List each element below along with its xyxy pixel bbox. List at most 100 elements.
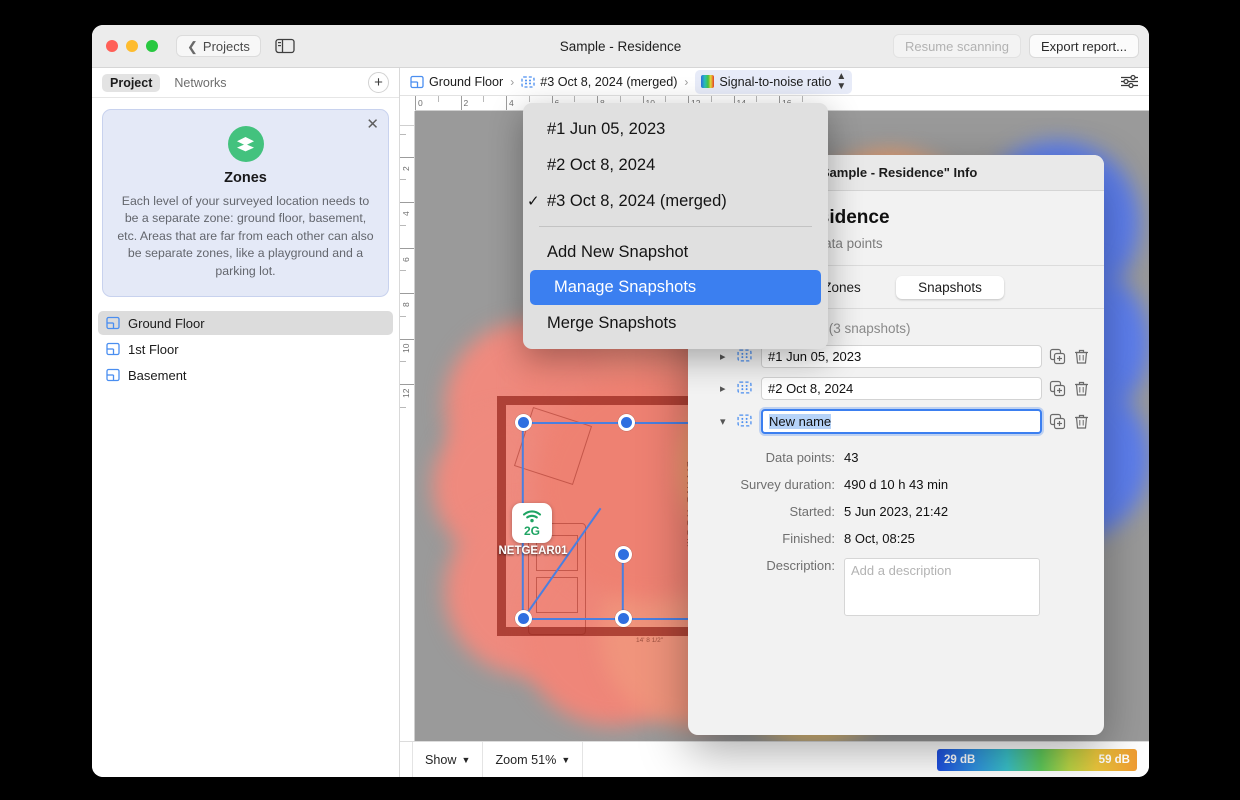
meta-value: 490 d 10 h 43 min	[844, 477, 949, 492]
menu-item-label: Merge Snapshots	[547, 313, 677, 332]
show-menu-button[interactable]: Show ▼	[412, 742, 484, 777]
snapshot-icon	[737, 348, 754, 365]
meta-row: Finished: 8 Oct, 08:25	[702, 531, 1082, 546]
snapshot-icon	[737, 380, 754, 397]
duplicate-icon[interactable]	[1049, 348, 1066, 365]
signal-legend: 29 dB 59 dB	[937, 748, 1137, 771]
access-point-marker[interactable]: 2G	[512, 503, 552, 543]
chevron-right-icon[interactable]: ▸	[720, 350, 730, 363]
ruler-tick	[400, 361, 406, 363]
maximize-button[interactable]	[146, 40, 158, 52]
export-report-button[interactable]: Export report...	[1029, 34, 1139, 58]
chevron-left-icon: ❮	[187, 38, 198, 54]
meta-value: 8 Oct, 08:25	[844, 531, 915, 546]
minimize-button[interactable]	[126, 40, 138, 52]
meta-label: Survey duration:	[740, 477, 835, 492]
ruler-tick	[437, 96, 439, 102]
close-icon[interactable]: ✕	[366, 117, 379, 132]
trash-icon[interactable]	[1073, 348, 1090, 365]
close-button[interactable]	[106, 40, 118, 52]
duplicate-icon[interactable]	[1049, 413, 1066, 430]
zoom-menu-button[interactable]: Zoom 51% ▼	[483, 742, 584, 777]
chevron-down-icon[interactable]: ▾	[720, 415, 730, 428]
zones-info-card: ✕ Zones Each level of your surveyed loca…	[102, 109, 389, 298]
resume-scanning-button[interactable]: Resume scanning	[892, 34, 1022, 58]
breadcrumb-separator: ›	[510, 74, 515, 89]
wifi-icon	[522, 509, 542, 522]
snapshot-name-input-active[interactable]: New name	[761, 409, 1042, 434]
ruler-tick	[400, 338, 414, 340]
ruler-tick	[400, 179, 406, 181]
add-button[interactable]: +	[368, 72, 389, 93]
tab-project[interactable]: Project	[102, 73, 161, 92]
snapshot-name-text: New name	[769, 414, 832, 429]
ruler-corner	[400, 111, 415, 126]
legend-max: 59 dB	[1098, 753, 1130, 766]
ruler-label: 2	[401, 165, 411, 171]
snapshot-dropdown-menu: #1 Jun 05, 2023 #2 Oct 8, 2024 ✓ #3 Oct …	[523, 103, 828, 349]
menu-item-snapshot-1[interactable]: #1 Jun 05, 2023	[523, 111, 828, 147]
ruler-tick	[619, 96, 621, 102]
ruler-tick	[756, 96, 758, 102]
ap-band-label: 2G	[523, 523, 540, 538]
sliders-icon[interactable]	[1120, 74, 1139, 89]
meta-row: Survey duration: 490 d 10 h 43 min	[702, 477, 1082, 492]
snapshot-icon	[737, 413, 754, 430]
meta-row: Started: 5 Jun 2023, 21:42	[702, 504, 1082, 519]
ruler-tick	[415, 96, 416, 110]
breadcrumb-floor[interactable]: Ground Floor	[410, 75, 503, 89]
menu-separator	[539, 226, 812, 227]
back-label: Projects	[202, 38, 250, 54]
survey-point[interactable]	[515, 414, 532, 431]
tab-networks[interactable]: Networks	[166, 74, 234, 92]
ruler-tick	[665, 96, 667, 102]
description-input[interactable]: Add a description	[844, 558, 1040, 616]
ruler-tick	[400, 202, 414, 203]
menu-item-merge-snapshots[interactable]: Merge Snapshots	[523, 305, 828, 341]
menu-item-snapshot-2[interactable]: #2 Oct 8, 2024	[523, 147, 828, 183]
ruler-label: 0	[418, 98, 423, 108]
menu-item-label: #2 Oct 8, 2024	[547, 155, 656, 174]
menu-item-manage-snapshots[interactable]: Manage Snapshots	[530, 270, 821, 305]
snapshot-row: ▸ #2 Oct 8, 2024	[702, 377, 1090, 400]
survey-point[interactable]	[615, 546, 632, 563]
metric-selector[interactable]: Signal-to-noise ratio ▲ ▼	[695, 69, 853, 94]
left-sidebar: Project Networks + ✕ Zones Each level of…	[92, 68, 400, 777]
zoom-label: Zoom 51%	[495, 752, 557, 767]
sidebar-item-basement[interactable]: Basement	[98, 363, 393, 387]
menu-item-add-new-snapshot[interactable]: Add New Snapshot	[523, 234, 828, 270]
breadcrumb-snapshot[interactable]: #3 Oct 8, 2024 (merged)	[521, 75, 677, 89]
menu-item-snapshot-3[interactable]: ✓ #3 Oct 8, 2024 (merged)	[523, 183, 828, 219]
ap-name-label: NETGEAR01	[498, 545, 568, 557]
trash-icon[interactable]	[1073, 413, 1090, 430]
ruler-label: 4	[509, 98, 514, 108]
survey-point[interactable]	[618, 414, 635, 431]
duplicate-icon[interactable]	[1049, 380, 1066, 397]
trash-icon[interactable]	[1073, 380, 1090, 397]
ruler-tick	[574, 96, 576, 102]
sidebar-item-ground-floor[interactable]: Ground Floor	[98, 311, 393, 336]
ruler-tick	[801, 96, 803, 102]
sidebar-toggle-icon[interactable]	[275, 38, 295, 54]
meta-row: Data points: 43	[702, 450, 1082, 465]
floor-icon	[106, 368, 120, 382]
dimension-label: 14' 8 1/2"	[636, 637, 664, 644]
back-to-projects-button[interactable]: ❮ Projects	[176, 35, 261, 57]
ruler-tick	[710, 96, 712, 102]
layers-icon	[227, 126, 264, 162]
menu-item-label: #3 Oct 8, 2024 (merged)	[547, 191, 727, 210]
ruler-label: 12	[401, 388, 411, 398]
ruler-tick	[400, 293, 414, 294]
snapshot-name-text: #1 Jun 05, 2023	[768, 349, 862, 364]
ruler-tick	[400, 247, 414, 249]
snapshot-name-input[interactable]: #2 Oct 8, 2024	[761, 377, 1042, 400]
floor-icon	[106, 316, 120, 330]
sidebar-item-1st-floor[interactable]: 1st Floor	[98, 337, 393, 361]
app-window: ❮ Projects Sample - Residence Resume sca…	[92, 25, 1149, 777]
meta-label: Finished:	[782, 531, 835, 546]
titlebar-actions: Resume scanning Export report...	[892, 34, 1139, 58]
chevron-right-icon[interactable]: ▸	[720, 382, 730, 395]
tab-snapshots[interactable]: Snapshots	[896, 276, 1004, 299]
survey-point[interactable]	[515, 610, 532, 627]
survey-point[interactable]	[615, 610, 632, 627]
